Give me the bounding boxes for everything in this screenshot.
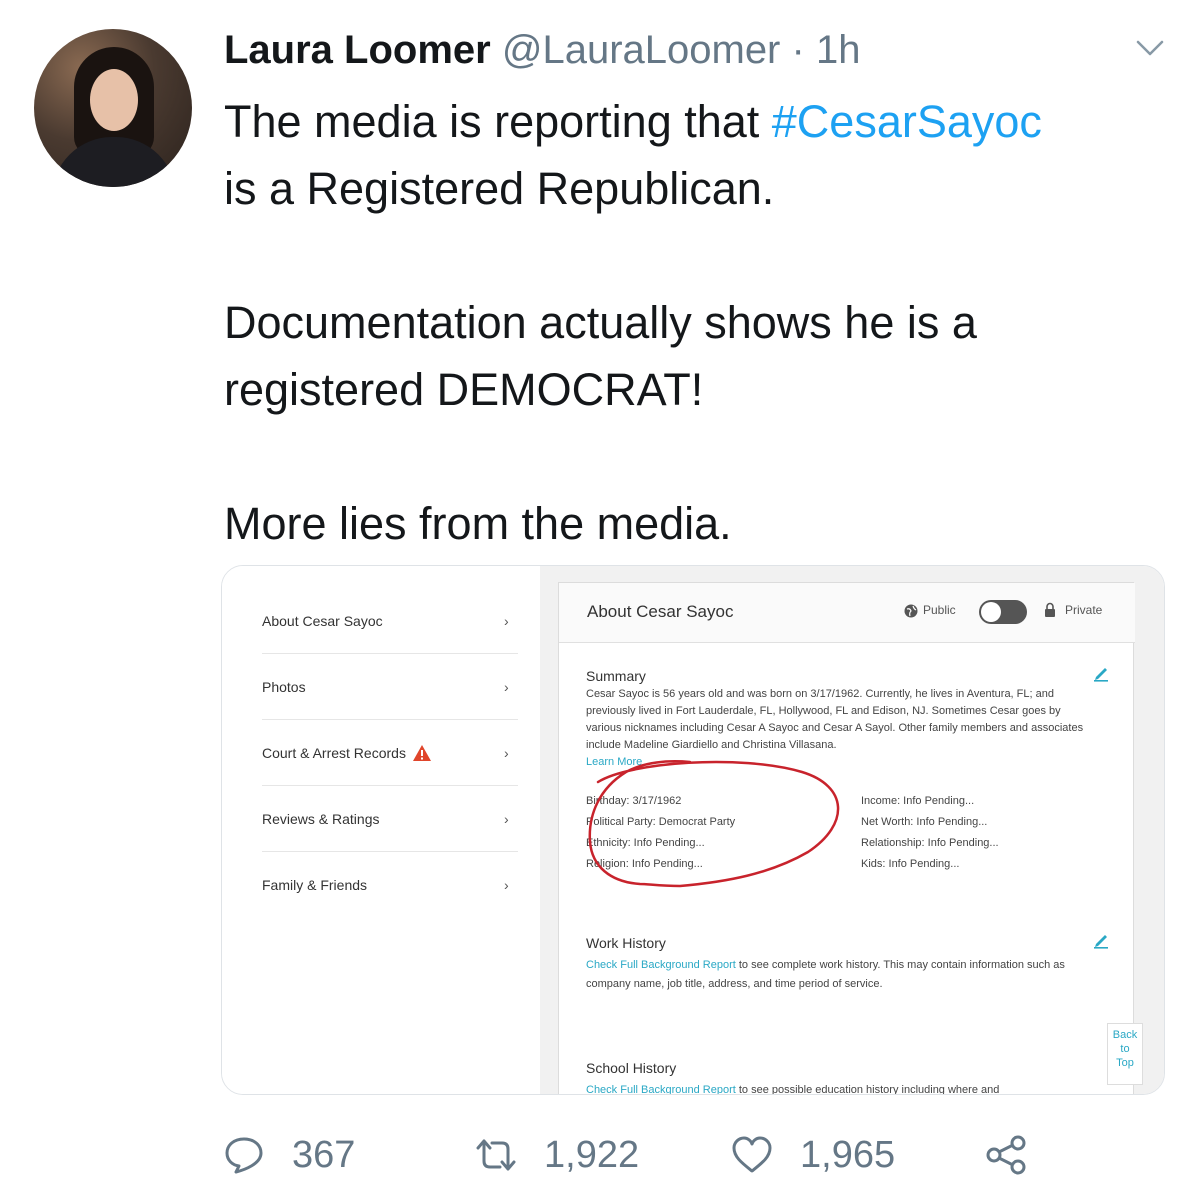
about-card: About Cesar Sayoc Public Private Summary: [558, 582, 1143, 1095]
globe-icon: [904, 604, 918, 618]
profile-main: About Cesar Sayoc Public Private Summary: [540, 566, 1164, 1095]
like-count: 1,965: [800, 1133, 896, 1176]
like-button[interactable]: 1,965: [730, 1128, 895, 1182]
reply-count: 367: [292, 1133, 356, 1176]
privacy-toggle: [979, 600, 1027, 624]
edit-pencil-icon: [1094, 935, 1108, 949]
tweet-header: Laura Loomer @LauraLoomer · 1h: [224, 26, 860, 74]
tweet-actions: 367 1,922 1,965: [0, 1128, 1200, 1184]
tweet-line-1: The media is reporting that #CesarSayoc: [224, 96, 1042, 147]
tweet-media-image[interactable]: About Cesar Sayoc › Photos › Court & Arr…: [221, 565, 1165, 1095]
detail-political-party: Political Party: Democrat Party: [586, 816, 736, 828]
share-button[interactable]: [984, 1128, 1028, 1182]
warning-icon: [412, 744, 431, 761]
private-label: Private: [1065, 603, 1103, 617]
about-title: About Cesar Sayoc: [587, 602, 734, 621]
detail-net-worth: Net Worth: Info Pending...: [861, 816, 988, 828]
detail-income: Income: Info Pending...: [861, 795, 975, 807]
tweet-line-2: is a Registered Republican.: [224, 163, 775, 214]
chevron-right-icon: ›: [504, 612, 509, 629]
summary-text: Cesar Sayoc is 56 years old and was born…: [586, 688, 1084, 768]
author-avatar[interactable]: [34, 29, 192, 187]
learn-more-link: Learn More: [586, 756, 643, 768]
tweet-line-4: registered DEMOCRAT!: [224, 364, 704, 415]
sidebar-item-photos: Photos ›: [262, 654, 518, 720]
summary-title: Summary: [586, 668, 646, 684]
reply-icon: [225, 1137, 263, 1174]
about-card-header: About Cesar Sayoc Public Private: [559, 583, 1135, 643]
tweet-timestamp[interactable]: 1h: [816, 28, 861, 72]
school-history-text: Check Full Background Report to see poss…: [586, 1084, 1000, 1095]
chevron-right-icon: ›: [504, 678, 509, 695]
hashtag-link[interactable]: #CesarSayoc: [772, 96, 1042, 147]
details-left: Birthday: 3/17/1962 Political Party: Dem…: [586, 791, 735, 875]
header-separator: ·: [791, 28, 805, 72]
work-history-title: Work History: [586, 935, 666, 951]
reply-button[interactable]: 367: [222, 1128, 355, 1182]
sidebar-item-reviews: Reviews & Ratings ›: [262, 786, 518, 852]
avatar-face: [90, 69, 138, 131]
sidebar-item-court-records: Court & Arrest Records ›: [262, 720, 518, 786]
detail-birthday: Birthday: 3/17/1962: [586, 795, 682, 807]
lock-icon: [1045, 602, 1055, 617]
background-report-link: Check Full Background Report: [586, 959, 736, 971]
share-icon: [986, 1135, 1026, 1175]
retweet-icon: [476, 1139, 516, 1171]
chevron-down-icon[interactable]: [1134, 34, 1166, 62]
detail-religion: Religion: Info Pending...: [586, 858, 703, 870]
back-to-top-button: Back to Top: [1107, 1023, 1143, 1085]
tweet-line-3: Documentation actually shows he is a: [224, 297, 977, 348]
chevron-right-icon: ›: [504, 810, 509, 827]
details-right: Income: Info Pending... Net Worth: Info …: [861, 791, 999, 875]
chevron-right-icon: ›: [504, 744, 509, 761]
detail-ethnicity: Ethnicity: Info Pending...: [586, 837, 705, 849]
profile-sidebar: About Cesar Sayoc › Photos › Court & Arr…: [222, 566, 540, 1094]
edit-pencil-icon: [1094, 668, 1108, 682]
school-history-title: School History: [586, 1060, 677, 1076]
tweet-line-5: More lies from the media.: [224, 498, 732, 549]
sidebar-item-family: Family & Friends ›: [262, 852, 518, 918]
tweet-text: The media is reporting that #CesarSayoc …: [224, 88, 1174, 557]
retweet-button[interactable]: 1,922: [474, 1128, 639, 1182]
chevron-right-icon: ›: [504, 877, 509, 893]
work-history-text: Check Full Background Report to see comp…: [586, 959, 1065, 990]
public-label: Public: [923, 603, 956, 617]
retweet-count: 1,922: [544, 1133, 640, 1176]
background-report-link: Check Full Background Report: [586, 1084, 736, 1095]
author-name[interactable]: Laura Loomer: [224, 28, 491, 72]
detail-kids: Kids: Info Pending...: [861, 858, 960, 870]
detail-relationship: Relationship: Info Pending...: [861, 837, 999, 849]
author-handle[interactable]: @LauraLoomer: [502, 28, 781, 72]
sidebar-item-about: About Cesar Sayoc ›: [262, 588, 518, 654]
heart-icon: [732, 1136, 772, 1173]
avatar-shoulders: [52, 137, 176, 187]
